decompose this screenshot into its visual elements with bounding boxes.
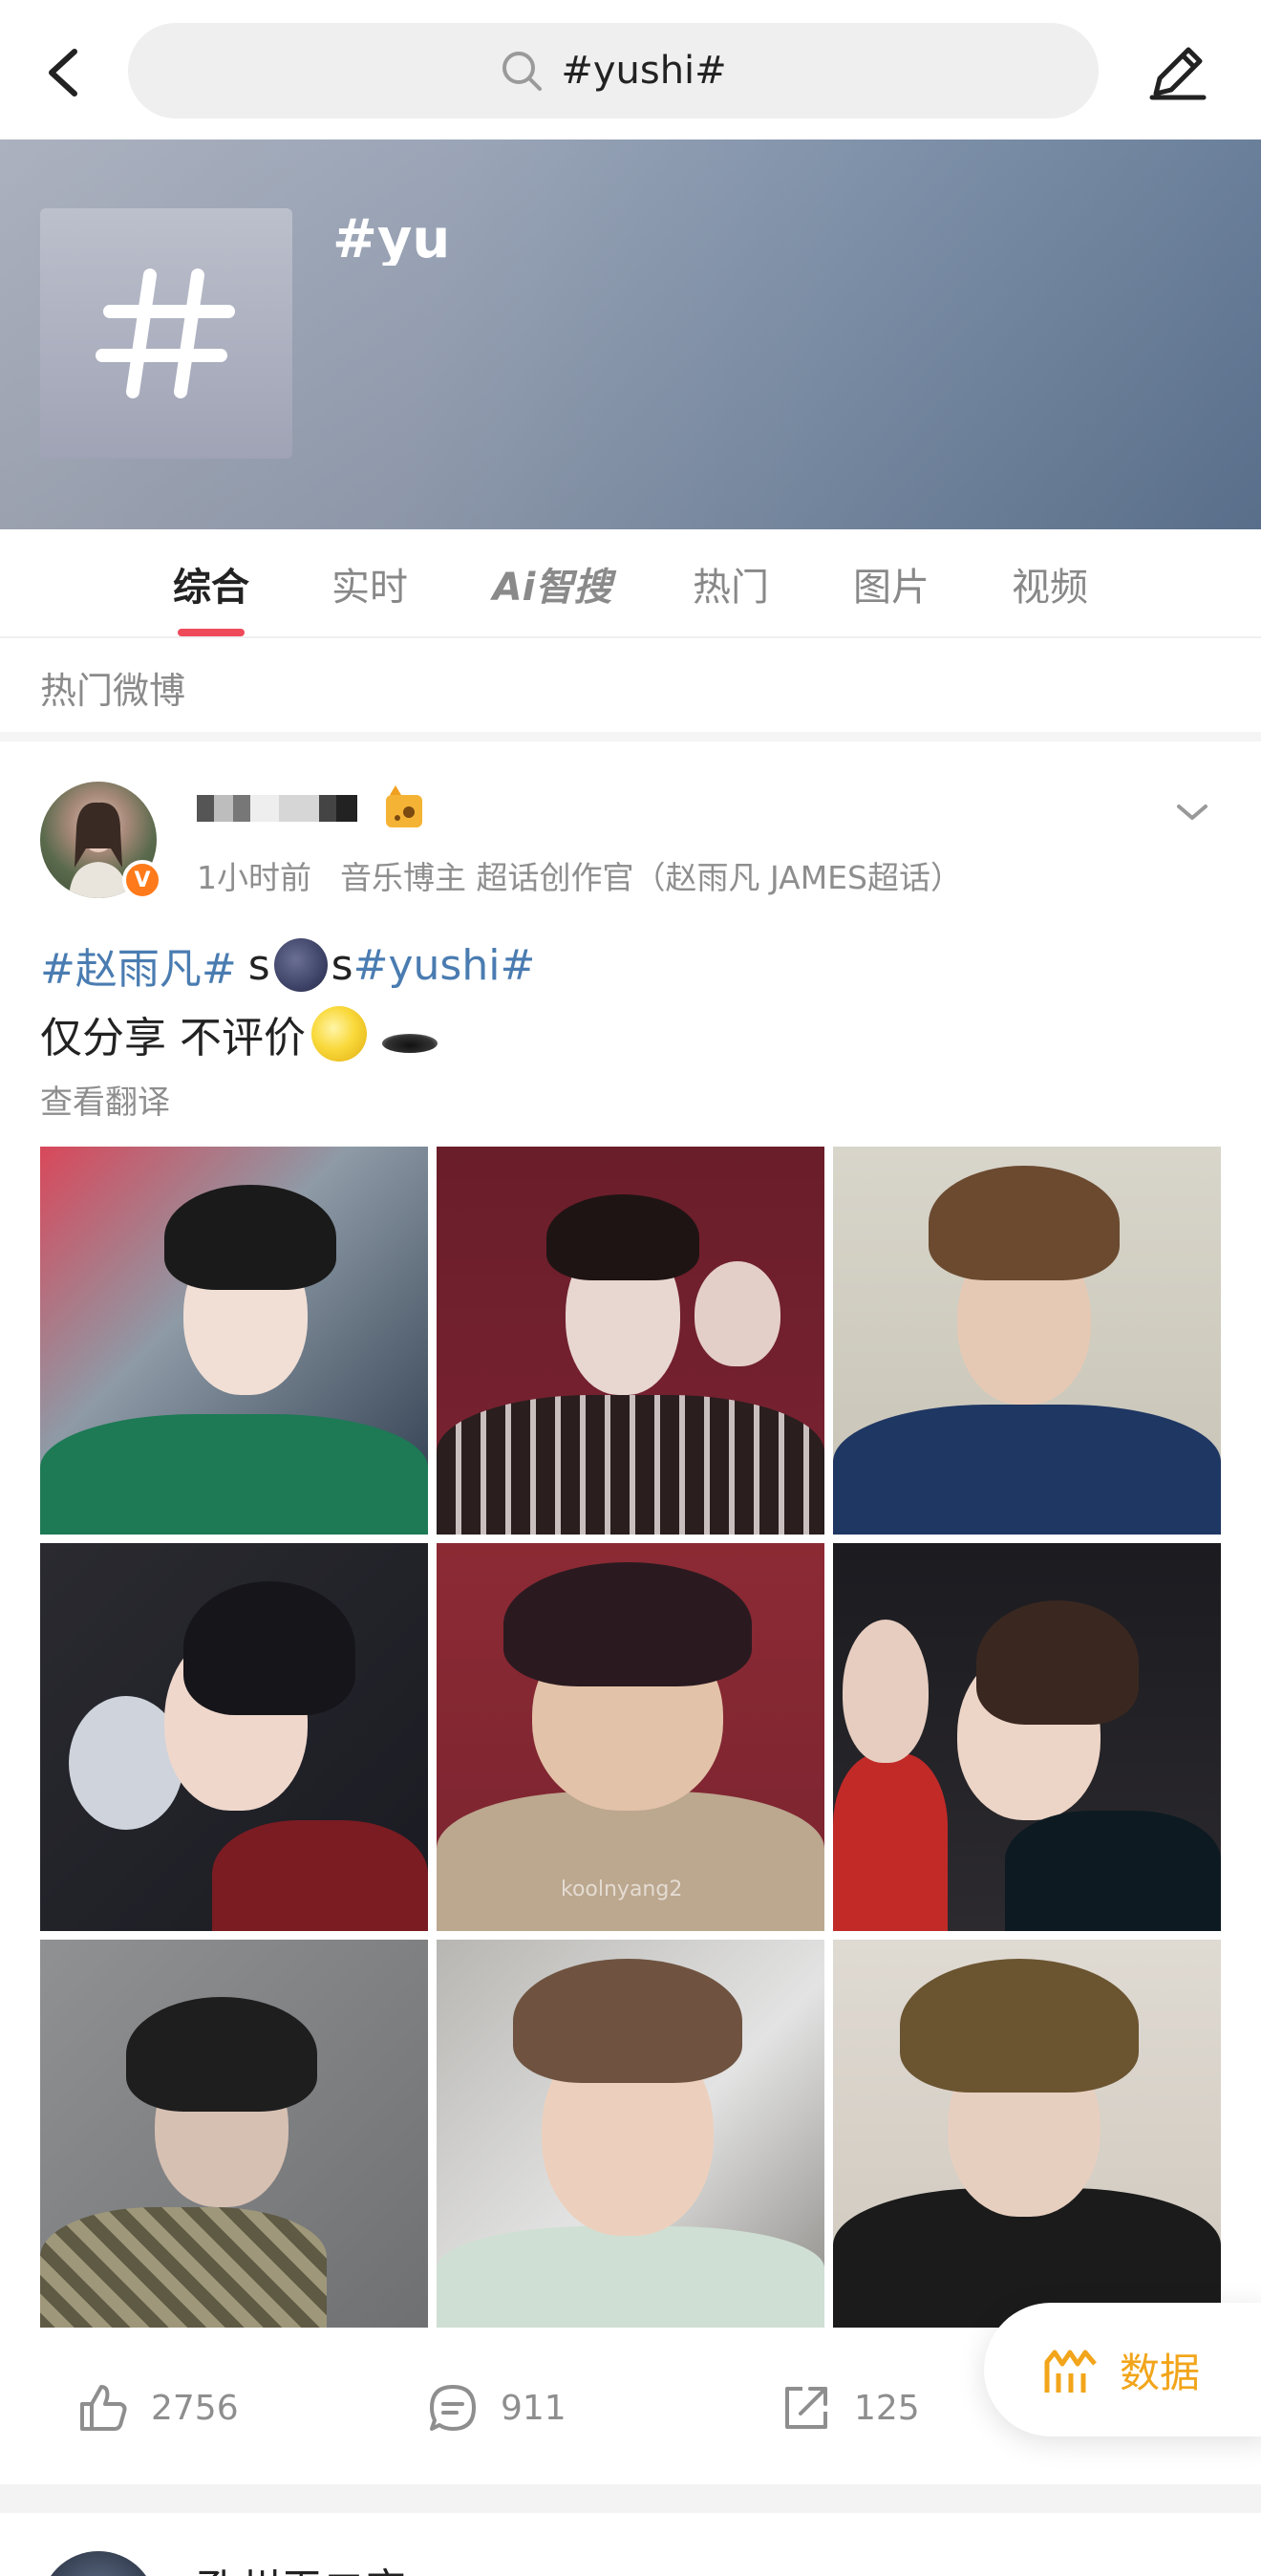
post-photo-4[interactable]: [40, 1543, 428, 1931]
post-photo-3[interactable]: [833, 1147, 1221, 1535]
comment-count: 911: [501, 2388, 566, 2428]
compose-button[interactable]: [1143, 38, 1211, 107]
fan-badge-icon: [380, 782, 428, 835]
tab-realtime[interactable]: 实时: [327, 556, 413, 613]
username[interactable]: 孔州无二宝: [197, 2555, 407, 2576]
post-meta: 1小时前 音乐博主 超话创作官（赵雨凡 JAMES超话）: [197, 852, 991, 898]
post-text-fragment: 仅分享 不评价: [40, 1014, 306, 1063]
search-query: #yushi#: [561, 49, 727, 93]
repost-count: 125: [854, 2388, 920, 2428]
hashtag-icon: [96, 268, 235, 398]
chevron-down-icon: [1177, 805, 1208, 820]
post-photo-1[interactable]: [40, 1147, 428, 1535]
translate-link[interactable]: 查看翻译: [40, 1076, 170, 1123]
comment-icon: [430, 2385, 476, 2431]
tab-hot[interactable]: 热门: [688, 556, 774, 613]
divider: [0, 732, 1261, 741]
post-time: 1小时前: [197, 859, 311, 896]
post-text-line-1: #赵雨凡# s s #yushi#: [40, 934, 535, 996]
tab-bar: 综合 实时 Ai智搜 热门 图片 视频: [0, 529, 1261, 638]
bar-chart-icon: [1044, 2350, 1097, 2393]
share-icon: [785, 2387, 827, 2429]
search-bar[interactable]: #yushi#: [128, 23, 1099, 118]
post-photo-6[interactable]: [833, 1543, 1221, 1931]
post-photo-7[interactable]: [40, 1940, 428, 2328]
top-bar: #yushi#: [0, 0, 1261, 140]
repost-button[interactable]: 125: [780, 2373, 920, 2442]
topic-title: #yus: [332, 208, 447, 266]
more-options-button[interactable]: [1171, 795, 1213, 829]
data-button[interactable]: 数据: [984, 2303, 1261, 2436]
pencil-icon: [1149, 47, 1207, 100]
sun-emoji-icon: [311, 1006, 367, 1062]
divider: [0, 2484, 1261, 2513]
verified-badge: V: [122, 860, 162, 900]
chevron-left-icon: [49, 49, 77, 97]
section-title: 热门微博: [40, 670, 186, 712]
hashtag-link[interactable]: #赵雨凡#: [40, 934, 237, 996]
search-icon: [502, 52, 543, 91]
topic-header: #yus: [0, 140, 1261, 529]
hole-emoji-icon: [382, 1034, 438, 1053]
comment-button[interactable]: 911: [426, 2373, 566, 2442]
data-label: 数据: [1120, 2349, 1201, 2396]
topic-cover: [40, 208, 292, 459]
hashtag-link[interactable]: #yushi#: [353, 941, 536, 990]
author-role: 音乐博主 超话创作官（赵雨凡 JAMES超话）: [340, 859, 962, 896]
post-photo-8[interactable]: [437, 1940, 824, 2328]
tab-ai-search[interactable]: Ai智搜: [487, 556, 617, 613]
username-redacted[interactable]: [197, 785, 357, 827]
active-tab-indicator: [178, 629, 245, 636]
tab-general[interactable]: 综合: [168, 556, 254, 613]
post-photo-5[interactable]: koolnyang2: [437, 1543, 824, 1931]
avatar[interactable]: [40, 2551, 157, 2576]
post-text-fragment: s: [247, 940, 270, 990]
like-button[interactable]: 2756: [76, 2373, 239, 2442]
post-photo-9[interactable]: [833, 1940, 1221, 2328]
tab-images[interactable]: 图片: [848, 556, 934, 613]
post-text-line-2: 仅分享 不评价: [40, 1003, 438, 1064]
back-button[interactable]: [38, 38, 96, 107]
next-post-preview: 孔州无二宝: [0, 2513, 1261, 2576]
post-text-fragment: s: [331, 940, 353, 990]
thumbs-up-icon: [80, 2385, 127, 2431]
moon-emoji-icon: [273, 938, 328, 992]
photo-watermark: koolnyang2: [561, 1878, 683, 1901]
tab-videos[interactable]: 视频: [1007, 556, 1093, 613]
post-photo-2[interactable]: [437, 1147, 824, 1535]
like-count: 2756: [151, 2388, 239, 2428]
